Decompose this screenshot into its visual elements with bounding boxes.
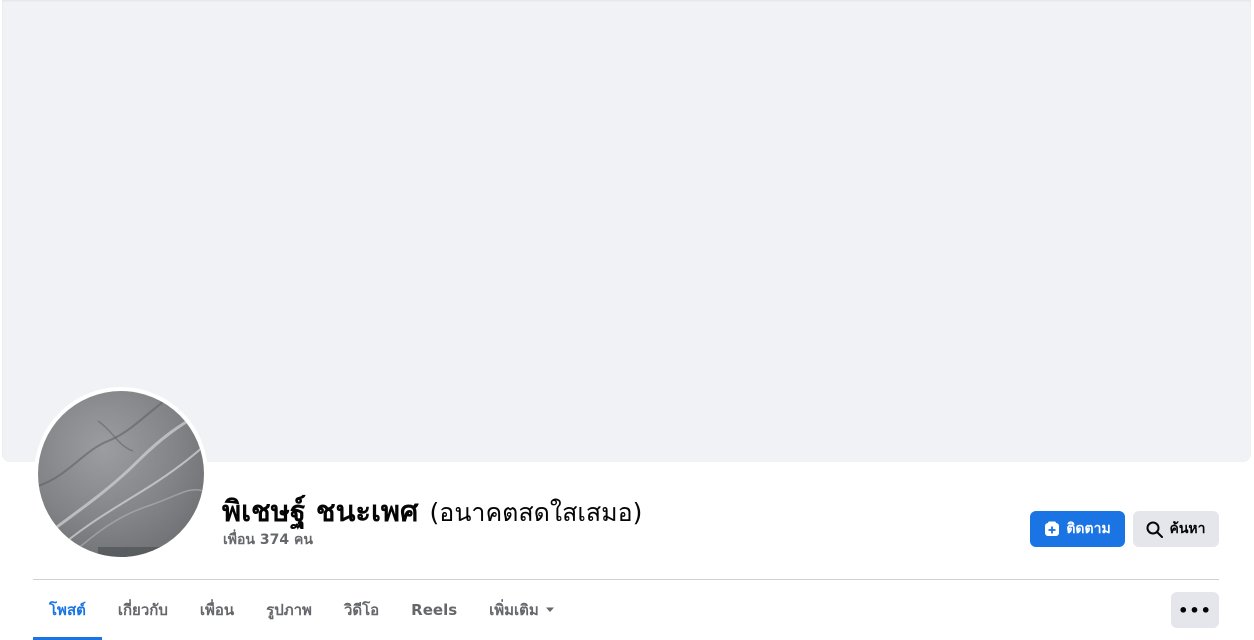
- tab-label: เพิ่มเติม: [489, 601, 539, 619]
- tab-label: เพื่อน: [199, 601, 235, 619]
- profile-name: พิเชษฐ์ ชนะเพศ: [222, 494, 419, 528]
- follow-button[interactable]: ติดตาม: [1030, 511, 1125, 547]
- profile-name-row: พิเชษฐ์ ชนะเพศ (อนาคตสดใสเสมอ): [222, 488, 642, 534]
- search-label: ค้นหา: [1169, 521, 1206, 537]
- more-options-icon: •••: [1178, 600, 1212, 620]
- tab-label: วิดีโอ: [343, 601, 380, 619]
- more-options-button[interactable]: •••: [1171, 592, 1219, 628]
- tab-friends[interactable]: เพื่อน: [184, 580, 250, 640]
- tab-label: โพสต์: [49, 601, 86, 619]
- tab-posts[interactable]: โพสต์: [33, 580, 102, 640]
- tab-label: รูปภาพ: [266, 601, 312, 619]
- cover-photo[interactable]: [2, 0, 1251, 462]
- tab-reels[interactable]: Reels: [395, 580, 473, 640]
- tab-about[interactable]: เกี่ยวกับ: [102, 580, 184, 640]
- follow-plus-icon: [1044, 521, 1060, 537]
- search-button[interactable]: ค้นหา: [1133, 511, 1219, 547]
- profile-picture[interactable]: [34, 387, 208, 561]
- profile-tabs: โพสต์ เกี่ยวกับ เพื่อน รูปภาพ วิดีโอ Ree…: [33, 580, 571, 640]
- avatar-image: [38, 391, 204, 557]
- follow-label: ติดตาม: [1066, 521, 1111, 537]
- search-icon: [1146, 521, 1164, 538]
- friends-count-link[interactable]: เพื่อน 374 คน: [223, 529, 313, 551]
- tab-label: Reels: [411, 601, 458, 619]
- tab-videos[interactable]: วิดีโอ: [328, 580, 395, 640]
- profile-page: พิเชษฐ์ ชนะเพศ (อนาคตสดใสเสมอ) เพื่อน 37…: [0, 0, 1254, 640]
- caret-down-icon: [545, 607, 555, 613]
- tab-more[interactable]: เพิ่มเติม: [473, 580, 571, 640]
- tab-photos[interactable]: รูปภาพ: [250, 580, 328, 640]
- profile-alternate-name: (อนาคตสดใสเสมอ): [429, 498, 643, 527]
- tab-label: เกี่ยวกับ: [117, 601, 168, 619]
